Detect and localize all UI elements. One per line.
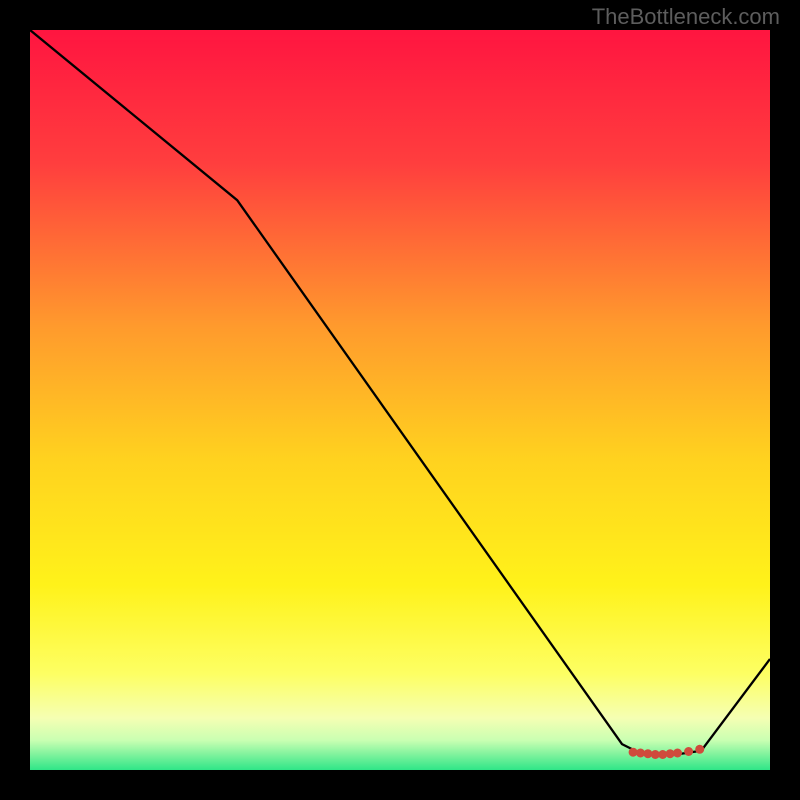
- marker-dot: [684, 747, 693, 756]
- chart-svg: [30, 30, 770, 770]
- watermark-text: TheBottleneck.com: [592, 4, 780, 30]
- plot-area: [30, 30, 770, 770]
- marker-dot: [695, 745, 704, 754]
- gradient-background: [30, 30, 770, 770]
- chart-frame: TheBottleneck.com: [0, 0, 800, 800]
- marker-dot: [673, 749, 682, 758]
